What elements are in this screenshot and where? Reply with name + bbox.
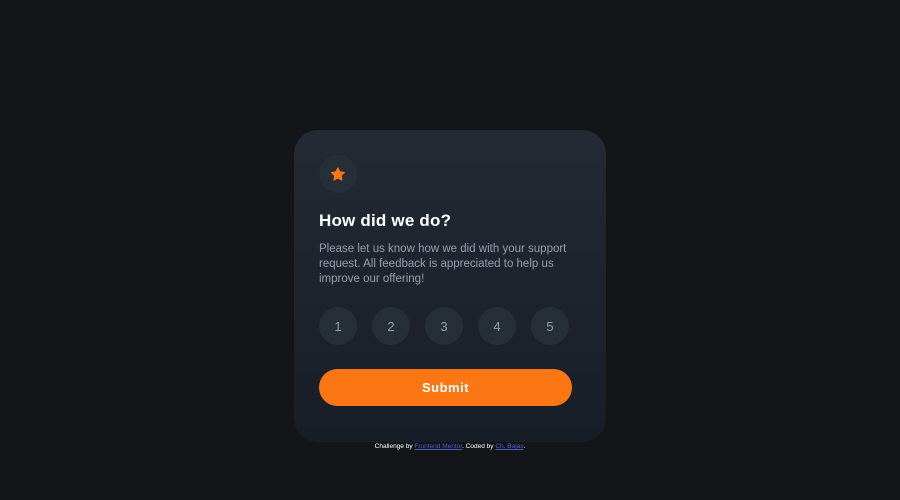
attribution-suffix: . xyxy=(523,443,526,450)
rating-option-3[interactable]: 3 xyxy=(425,307,463,345)
author-link[interactable]: Ch. Bajas xyxy=(495,443,523,450)
rating-options: 1 2 3 4 5 xyxy=(319,307,581,345)
rating-option-5[interactable]: 5 xyxy=(531,307,569,345)
attribution-middle: . Coded by xyxy=(462,443,496,450)
rating-option-4[interactable]: 4 xyxy=(478,307,516,345)
attribution-prefix: Challenge by xyxy=(374,443,415,450)
page: How did we do? Please let us know how we… xyxy=(0,0,900,500)
card-title: How did we do? xyxy=(319,211,452,230)
rating-option-2[interactable]: 2 xyxy=(372,307,410,345)
submit-button[interactable]: Submit xyxy=(319,369,572,406)
rating-option-1[interactable]: 1 xyxy=(319,307,357,345)
card-description: Please let us know how we did with your … xyxy=(319,243,567,285)
star-icon xyxy=(331,167,345,181)
rating-card: How did we do? Please let us know how we… xyxy=(294,130,606,442)
frontend-mentor-link[interactable]: Frontend Mentor xyxy=(414,443,462,450)
star-badge xyxy=(319,155,357,193)
attribution: Challenge by Frontend Mentor. Coded by C… xyxy=(0,442,900,451)
